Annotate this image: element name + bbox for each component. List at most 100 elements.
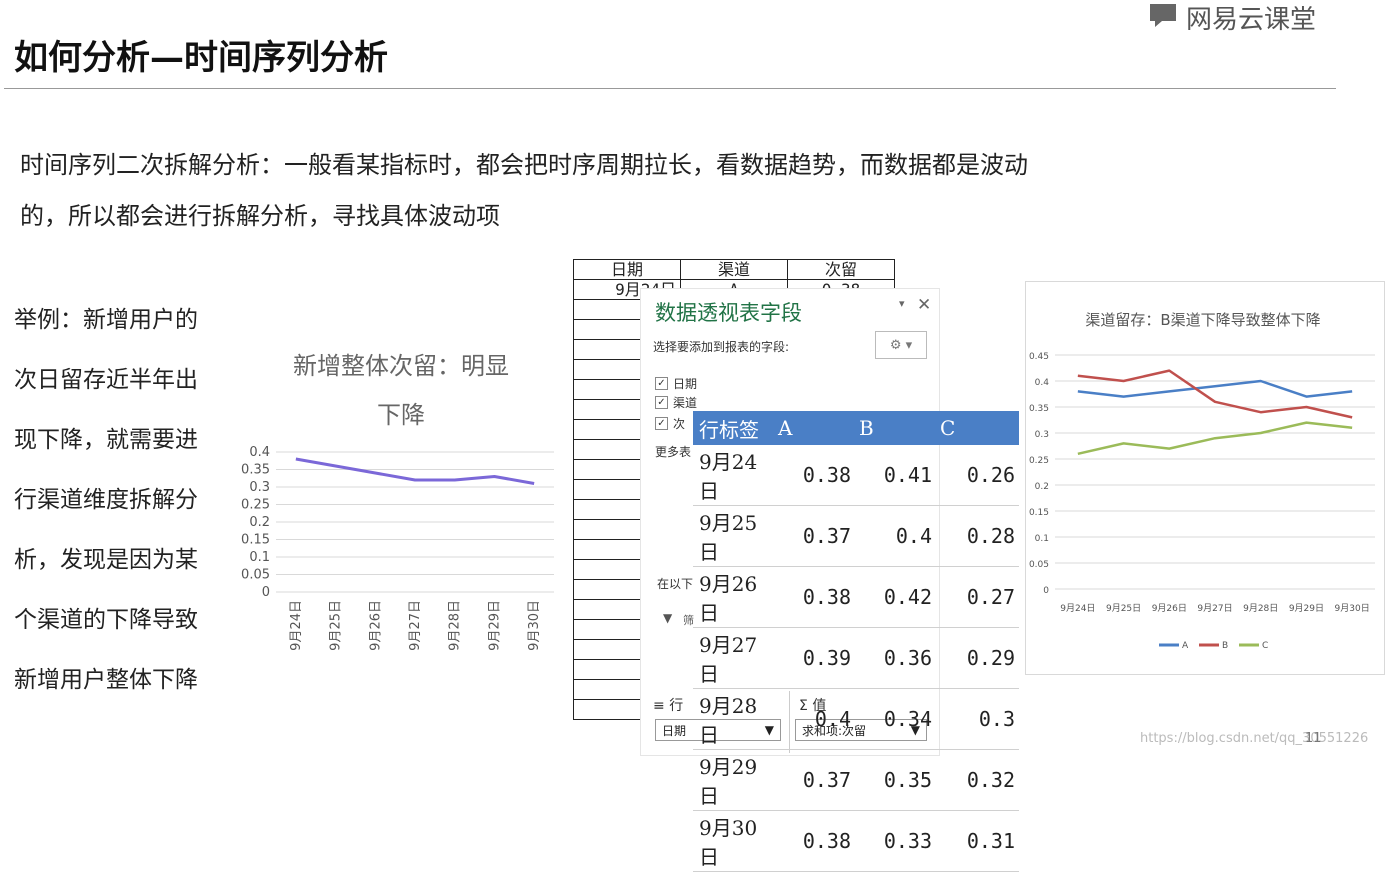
example-line-3: 现下降，就需要进 — [14, 420, 198, 454]
raw-header-date: 日期 — [574, 260, 681, 280]
field-label: 日期 — [673, 375, 697, 392]
close-icon[interactable]: ✕ — [917, 295, 931, 315]
more-tables-link[interactable]: 更多表 — [655, 443, 691, 460]
page-number: 11 — [1305, 731, 1322, 746]
y-tick-label: 0.05 — [241, 568, 270, 583]
pivot-value-cell: 0.38 — [772, 445, 853, 506]
series-line-b — [1078, 371, 1352, 418]
y-tick-label: 0.25 — [241, 498, 270, 513]
pivot-row-label: 9月29日 — [693, 750, 772, 811]
pivot-header-row: 行标签 A B C — [693, 411, 1019, 445]
pivot-pane-title: 数据透视表字段 — [655, 297, 802, 327]
pivot-row: 9月26日0.380.420.27 — [693, 567, 1019, 628]
y-tick-label: 0.15 — [1029, 508, 1049, 518]
pivot-value-cell: 0.42 — [853, 567, 934, 628]
pivot-value-cell: 0.32 — [934, 750, 1019, 811]
field-label: 次 — [673, 415, 685, 432]
pivot-row-label: 9月25日 — [693, 506, 772, 567]
example-line-4: 行渠道维度拆解分 — [14, 480, 198, 514]
example-line-5: 析，发现是因为某 — [14, 540, 198, 574]
rows-field-value: 日期 — [662, 722, 686, 739]
y-tick-label: 0.1 — [249, 550, 270, 565]
left-chart-title-line-2: 下降 — [270, 395, 532, 430]
x-tick-label: 9月27日 — [1197, 603, 1232, 614]
pivot-header-c: C — [934, 411, 1019, 445]
watermark-url: https://blog.csdn.net/qq_30551226 — [1140, 731, 1368, 746]
y-tick-label: 0.3 — [1035, 430, 1049, 440]
brand-name: 网易云课堂 — [1186, 0, 1316, 36]
left-chart-title-line-1: 新增整体次留：明显 — [270, 346, 532, 381]
pivot-row-label: 9月26日 — [693, 567, 772, 628]
x-tick-label: 9月30日 — [527, 600, 542, 651]
x-tick-label: 9月27日 — [408, 600, 423, 651]
y-tick-label: 0.35 — [1029, 404, 1049, 414]
x-tick-label: 9月24日 — [1060, 603, 1095, 614]
pivot-value-cell: 0.37 — [772, 506, 853, 567]
pivot-value-cell: 0.37 — [772, 750, 853, 811]
y-tick-label: 0.1 — [1035, 534, 1049, 544]
x-tick-label: 9月29日 — [487, 600, 502, 651]
field-checkbox-date[interactable]: ✓ 日期 — [655, 375, 697, 392]
legend-label: A — [1182, 641, 1189, 651]
pivot-header-b: B — [853, 411, 934, 445]
pivot-value-cell: 0.3 — [934, 689, 1019, 750]
series-line-overall — [296, 459, 534, 484]
pivot-row-label: 9月30日 — [693, 811, 772, 872]
pivot-value-cell: 0.36 — [853, 628, 934, 689]
pivot-row: 9月27日0.390.360.29 — [693, 628, 1019, 689]
y-tick-label: 0.2 — [249, 515, 270, 530]
pivot-row: 9月29日0.370.350.32 — [693, 750, 1019, 811]
x-tick-label: 9月26日 — [368, 600, 383, 651]
field-checkbox-channel[interactable]: ✓渠道 — [655, 394, 697, 411]
pivot-pane-subtitle: 选择要添加到报表的字段: — [653, 338, 789, 355]
pivot-value-cell: 0.33 — [853, 811, 934, 872]
left-line-chart: 0 0.05 0.1 0.15 0.2 0.25 0.3 0.35 0.4 9月24日 9月25日 9… — [232, 440, 562, 660]
legend-label: B — [1222, 641, 1228, 651]
rows-area-label: ≡ 行 — [653, 695, 683, 715]
x-tick-label: 9月28日 — [448, 600, 463, 651]
raw-header-row: 日期 渠道 次留 — [574, 260, 895, 280]
y-tick-label: 0.4 — [249, 445, 270, 460]
pivot-value-cell: 0.41 — [853, 445, 934, 506]
x-tick-label: 9月25日 — [1106, 603, 1141, 614]
y-tick-label: 0.15 — [241, 533, 270, 548]
x-tick-label: 9月24日 — [289, 600, 304, 651]
field-checkbox-retention[interactable]: ✓次 — [655, 415, 685, 432]
pivot-value-cell: 0.26 — [934, 445, 1019, 506]
y-tick-label: 0.35 — [241, 463, 270, 478]
rows-icon: ≡ — [653, 698, 665, 714]
page-title: 如何分析—时间序列分析 — [14, 30, 388, 79]
pivot-value-cell: 0.38 — [772, 811, 853, 872]
pivot-value-cell: 0.28 — [934, 506, 1019, 567]
pivot-value-cell: 0.27 — [934, 567, 1019, 628]
y-tick-label: 0.3 — [249, 480, 270, 495]
series-line-a — [1078, 381, 1352, 397]
gear-icon[interactable]: ⚙ ▾ — [875, 331, 927, 359]
example-line-1: 举例：新增用户的 — [14, 300, 198, 334]
drag-hint-text: 在以下 — [657, 575, 693, 592]
pivot-header-a: A — [772, 411, 853, 445]
y-tick-label: 0.45 — [1029, 352, 1049, 362]
example-line-7: 新增用户整体下降 — [14, 660, 198, 694]
pivot-row-label: 9月27日 — [693, 628, 772, 689]
pivot-value-cell: 0.29 — [934, 628, 1019, 689]
y-tick-label: 0.2 — [1035, 482, 1049, 492]
checkbox-icon[interactable]: ✓ — [655, 417, 668, 430]
pivot-row: 9月24日0.380.410.26 — [693, 445, 1019, 506]
intro-line-2: 的，所以都会进行拆解分析，寻找具体波动项 — [20, 196, 500, 231]
filter-icon: ▼ — [663, 611, 672, 625]
raw-header-retention: 次留 — [788, 260, 895, 280]
example-line-2: 次日留存近半年出 — [14, 360, 198, 394]
x-tick-label: 9月25日 — [329, 600, 344, 651]
checkbox-icon[interactable]: ✓ — [655, 396, 668, 409]
raw-header-channel: 渠道 — [681, 260, 788, 280]
y-tick-label: 0 — [262, 585, 270, 600]
pane-dropdown-icon[interactable]: ▾ — [899, 297, 905, 310]
checkbox-icon[interactable]: ✓ — [655, 377, 668, 390]
pivot-value-cell: 0.31 — [934, 811, 1019, 872]
example-line-6: 个渠道的下降导致 — [14, 600, 198, 634]
pivot-row: 9月25日0.370.40.28 — [693, 506, 1019, 567]
y-tick-label: 0.4 — [1035, 378, 1050, 388]
right-chart-title: 渠道留存：B渠道下降导致整体下降 — [1085, 311, 1320, 329]
pivot-header-row-labels: 行标签 — [693, 411, 772, 445]
